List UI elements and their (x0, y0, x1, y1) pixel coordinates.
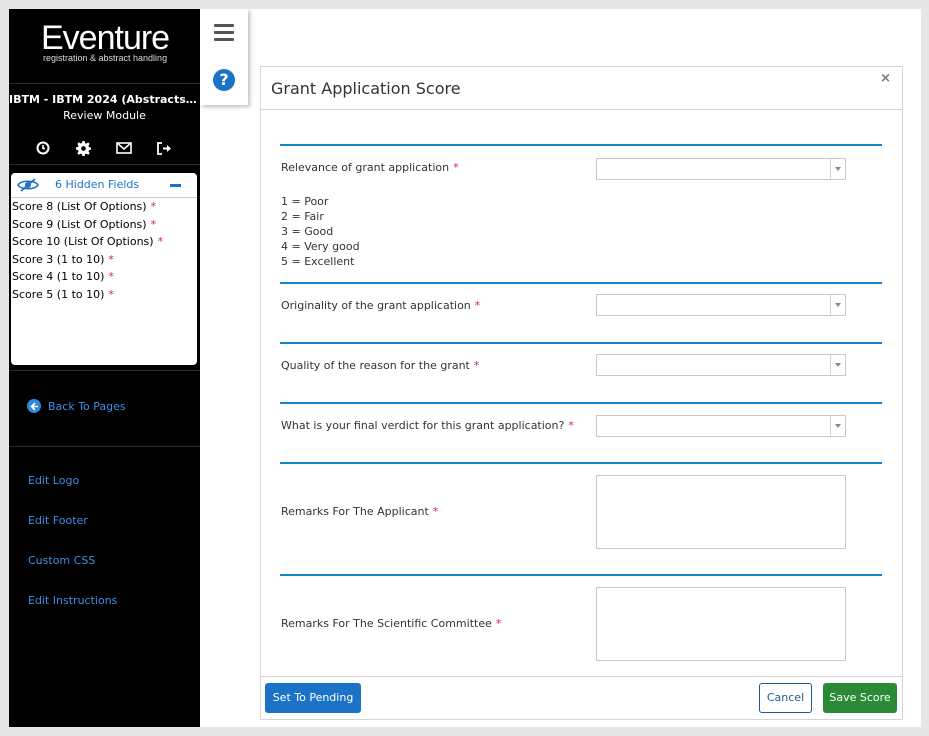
cancel-button[interactable]: Cancel (759, 683, 812, 713)
modal-header: Grant Application Score × (261, 67, 902, 110)
remarks-committee-textarea[interactable] (596, 587, 846, 661)
edit-instructions-link[interactable]: Edit Instructions (28, 594, 117, 607)
sign-out-icon[interactable] (151, 137, 179, 159)
hidden-fields-panel: 6 Hidden Fields Score 8 (List Of Options… (11, 173, 197, 365)
grant-score-modal: Grant Application Score × Relevance of g… (260, 66, 903, 720)
hidden-fields-title: 6 Hidden Fields (55, 178, 140, 191)
section-divider (280, 282, 882, 284)
module-name: Review Module (63, 109, 146, 122)
field-label-verdict: What is your final verdict for this gran… (281, 419, 574, 432)
scale-item: 3 = Good (281, 225, 334, 238)
back-to-pages-link[interactable]: Back To Pages (27, 399, 126, 413)
required-asterisk: * (108, 287, 114, 301)
divider (9, 164, 200, 165)
field-label-text: Relevance of grant application (281, 161, 450, 174)
eventure-logo[interactable]: Eventure registration & abstract handlin… (41, 19, 170, 63)
modal-title: Grant Application Score (271, 79, 461, 98)
event-title: IBTM - IBTM 2024 (Abstracts & Par... (9, 93, 200, 106)
section-divider (280, 462, 882, 464)
arrow-left-icon (27, 399, 41, 413)
scale-item: 4 = Very good (281, 240, 360, 253)
field-label-originality: Originality of the grant application * (281, 299, 480, 312)
scale-item: 2 = Fair (281, 210, 324, 223)
hidden-field-label: Score 9 (List Of Options) (12, 217, 147, 231)
quality-select[interactable] (596, 354, 846, 376)
list-item: Score 9 (List Of Options) * (12, 216, 197, 234)
required-asterisk: * (150, 200, 157, 213)
hidden-field-label: Score 4 (1 to 10) (12, 270, 105, 284)
list-item: Score 8 (List Of Options) * (12, 198, 197, 216)
logo-sub-text: registration & abstract handling (43, 53, 168, 63)
originality-select[interactable] (596, 294, 846, 316)
hidden-fields-header[interactable]: 6 Hidden Fields (11, 173, 197, 198)
section-divider (280, 144, 882, 146)
set-to-pending-button[interactable]: Set To Pending (265, 683, 361, 713)
gear-icon[interactable] (70, 137, 98, 159)
hidden-field-label: Score 10 (List Of Options) (12, 235, 154, 249)
modal-body: Relevance of grant application * 1 = Poor… (261, 110, 902, 676)
edit-footer-link[interactable]: Edit Footer (28, 514, 88, 527)
field-label-text: What is your final verdict for this gran… (281, 419, 565, 432)
list-item: Score 5 (1 to 10) * (12, 286, 197, 304)
divider (9, 370, 200, 371)
relevance-select[interactable] (596, 158, 846, 180)
back-to-pages-label: Back To Pages (48, 399, 126, 413)
edit-logo-link[interactable]: Edit Logo (28, 474, 79, 487)
field-label-text: Remarks For The Applicant (281, 505, 429, 518)
field-label-remarks-committee: Remarks For The Scientific Committee * (281, 617, 501, 630)
chevron-down-icon (830, 355, 845, 375)
save-score-button[interactable]: Save Score (823, 683, 897, 713)
sidebar: Eventure registration & abstract handlin… (9, 9, 200, 727)
verdict-select[interactable] (596, 415, 846, 437)
floating-toolbar: ? (200, 9, 248, 105)
list-item: Score 3 (1 to 10) * (12, 251, 197, 269)
chevron-down-icon (830, 416, 845, 436)
hidden-field-label: Score 3 (1 to 10) (12, 252, 105, 266)
hidden-fields-list: Score 8 (List Of Options) * Score 9 (List… (11, 198, 197, 304)
divider (9, 83, 200, 84)
hidden-field-label: Score 8 (List Of Options) (12, 200, 147, 213)
close-icon[interactable]: × (880, 71, 891, 86)
required-asterisk: * (568, 419, 574, 432)
eye-slash-icon (17, 178, 39, 195)
required-asterisk: * (150, 217, 157, 231)
app-window: Eventure registration & abstract handlin… (9, 9, 921, 727)
field-label-relevance: Relevance of grant application * (281, 161, 459, 174)
hidden-field-label: Score 5 (1 to 10) (12, 287, 105, 301)
required-asterisk: * (157, 235, 164, 249)
scale-item: 1 = Poor (281, 195, 329, 208)
required-asterisk: * (473, 359, 480, 372)
section-divider (280, 574, 882, 576)
hamburger-menu-icon[interactable] (214, 24, 234, 45)
required-asterisk: * (453, 161, 459, 174)
required-asterisk: * (432, 505, 439, 518)
required-asterisk: * (495, 617, 502, 630)
list-item: Score 4 (1 to 10) * (12, 268, 197, 286)
divider (9, 446, 200, 447)
list-item: Score 10 (List Of Options) * (12, 233, 197, 251)
chevron-down-icon (830, 295, 845, 315)
required-asterisk: * (108, 252, 114, 266)
field-label-text: Remarks For The Scientific Committee (281, 617, 492, 630)
collapse-minus-icon[interactable] (170, 184, 181, 187)
required-asterisk: * (108, 270, 114, 284)
section-divider (280, 342, 882, 344)
chevron-down-icon (830, 159, 845, 179)
logo-main-text: Eventure (41, 19, 170, 57)
section-divider (280, 402, 882, 404)
scale-item: 5 = Excellent (281, 255, 355, 268)
field-label-remarks-applicant: Remarks For The Applicant * (281, 505, 438, 518)
remarks-applicant-textarea[interactable] (596, 475, 846, 549)
scale-legend: 1 = Poor 2 = Fair 3 = Good 4 = Very good… (281, 194, 360, 269)
required-asterisk: * (474, 299, 481, 312)
sidebar-icon-bar (29, 137, 179, 159)
clock-icon[interactable] (29, 137, 57, 159)
field-label-quality: Quality of the reason for the grant * (281, 359, 479, 372)
envelope-icon[interactable] (110, 137, 138, 159)
field-label-text: Originality of the grant application (281, 299, 471, 312)
help-question-icon[interactable]: ? (213, 69, 235, 91)
modal-footer: Set To Pending Cancel Save Score (261, 676, 902, 720)
field-label-text: Quality of the reason for the grant (281, 359, 470, 372)
custom-css-link[interactable]: Custom CSS (28, 554, 95, 567)
